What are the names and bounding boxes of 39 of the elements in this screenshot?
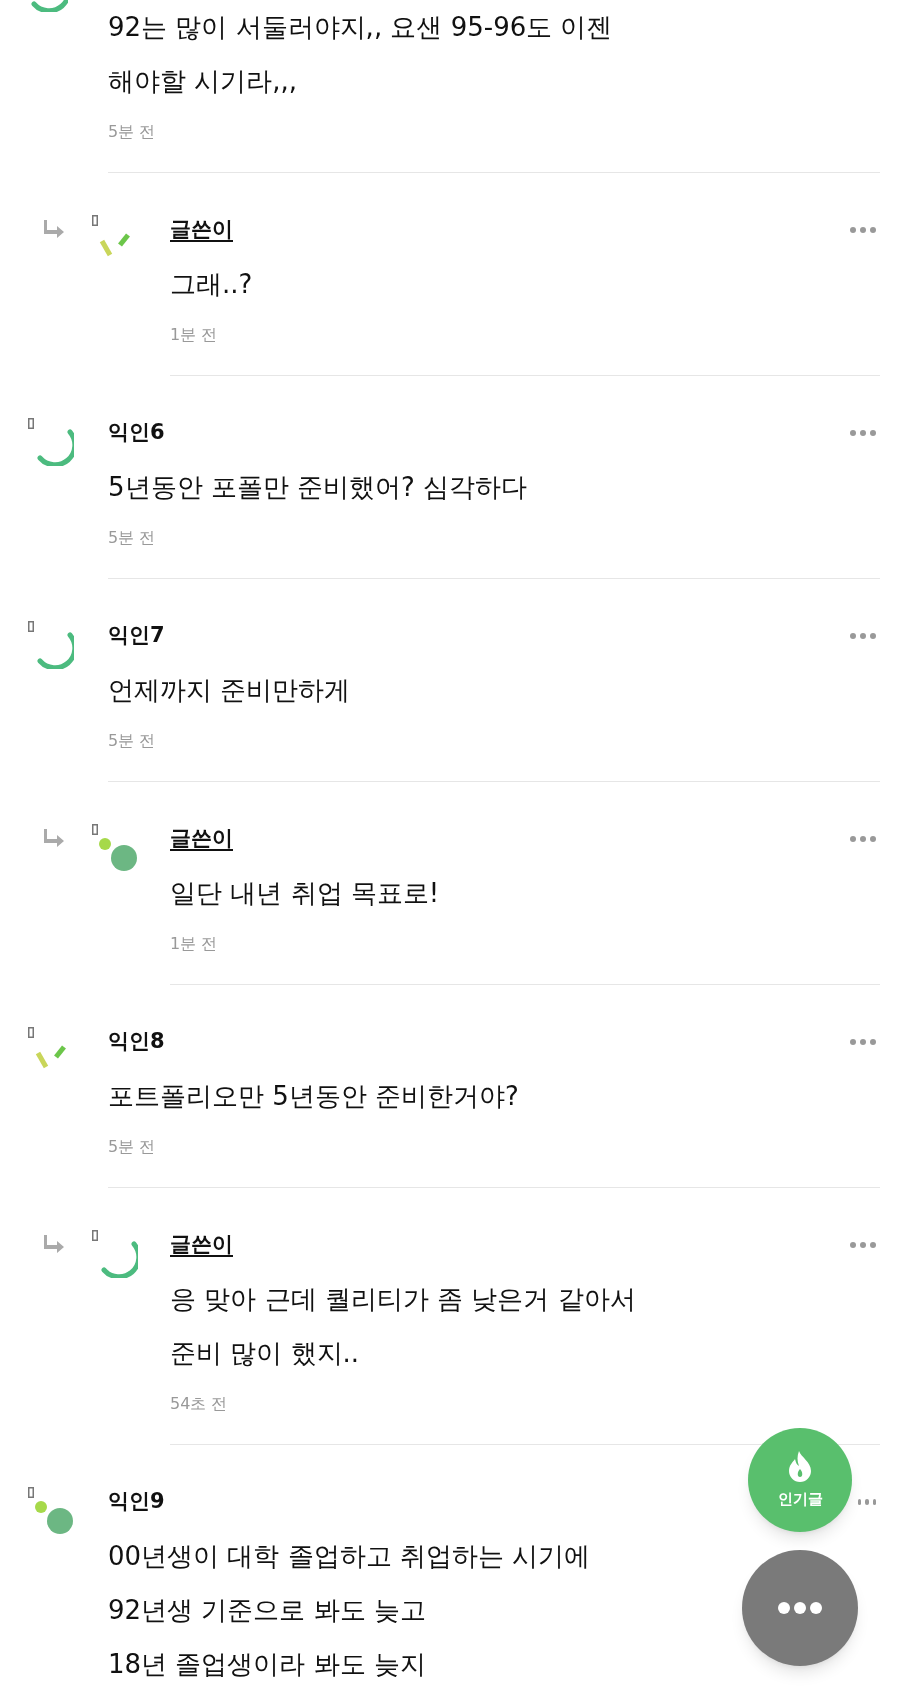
author-name: 글쓴이 [170, 216, 233, 244]
comment-text: 00년생이 대학 졸업하고 취업하는 시기에 [108, 1540, 591, 1573]
comment-time: 5분 전 [108, 731, 156, 751]
author-name: 익인8 [108, 1028, 165, 1056]
comment-text: 5년동안 포폴만 준비했어? 심각하다 [108, 471, 528, 504]
small-square-icon [28, 418, 34, 429]
popular-posts-button[interactable]: 인기글 [748, 1428, 852, 1532]
small-square-icon [28, 621, 34, 632]
comment-time: 5분 전 [108, 122, 156, 142]
comment-text: 응 맞아 근데 퀄리티가 좀 낮은거 같아서 [170, 1283, 636, 1316]
flame-icon [787, 1449, 813, 1482]
author-name: 익인9 [108, 1488, 165, 1516]
author-name: 익인6 [108, 419, 165, 447]
comment-text: 해야할 시기라,,, [108, 65, 298, 98]
comment-text: 92년생 기준으로 봐도 늦고 [108, 1594, 426, 1627]
comment-text: 포트폴리오만 5년동안 준비한거야? [108, 1080, 519, 1113]
comment-text: 92는 많이 서둘러야지,, 요샌 95-96도 이젠 [108, 11, 613, 44]
ellipsis-icon [778, 1602, 822, 1614]
comment-time: 5분 전 [108, 1137, 156, 1157]
author-name: 익인7 [108, 622, 165, 650]
small-square-icon [92, 215, 98, 226]
comment-text: 언제까지 준비만하게 [108, 674, 351, 707]
author-name: 글쓴이 [170, 1231, 233, 1259]
comment-text: 일단 내년 취업 목표로! [170, 877, 440, 910]
small-square-icon [92, 1230, 98, 1241]
comment-time: 5분 전 [108, 528, 156, 548]
small-square-icon [92, 824, 98, 835]
comment-text: 18년 졸업생이라 봐도 늦지 [108, 1648, 426, 1681]
reply-arrow-icon [44, 219, 66, 239]
reply-arrow-icon [44, 1234, 66, 1254]
small-square-icon [28, 1487, 34, 1498]
comment-text: 준비 많이 했지.. [170, 1337, 360, 1370]
comment-text: 그래..? [170, 268, 253, 301]
comment-time: 1분 전 [170, 934, 218, 954]
comment-time: 54초 전 [170, 1394, 228, 1414]
comment-time: 1분 전 [170, 325, 218, 345]
small-square-icon [28, 1027, 34, 1038]
author-name: 글쓴이 [170, 825, 233, 853]
reply-arrow-icon [44, 828, 66, 848]
